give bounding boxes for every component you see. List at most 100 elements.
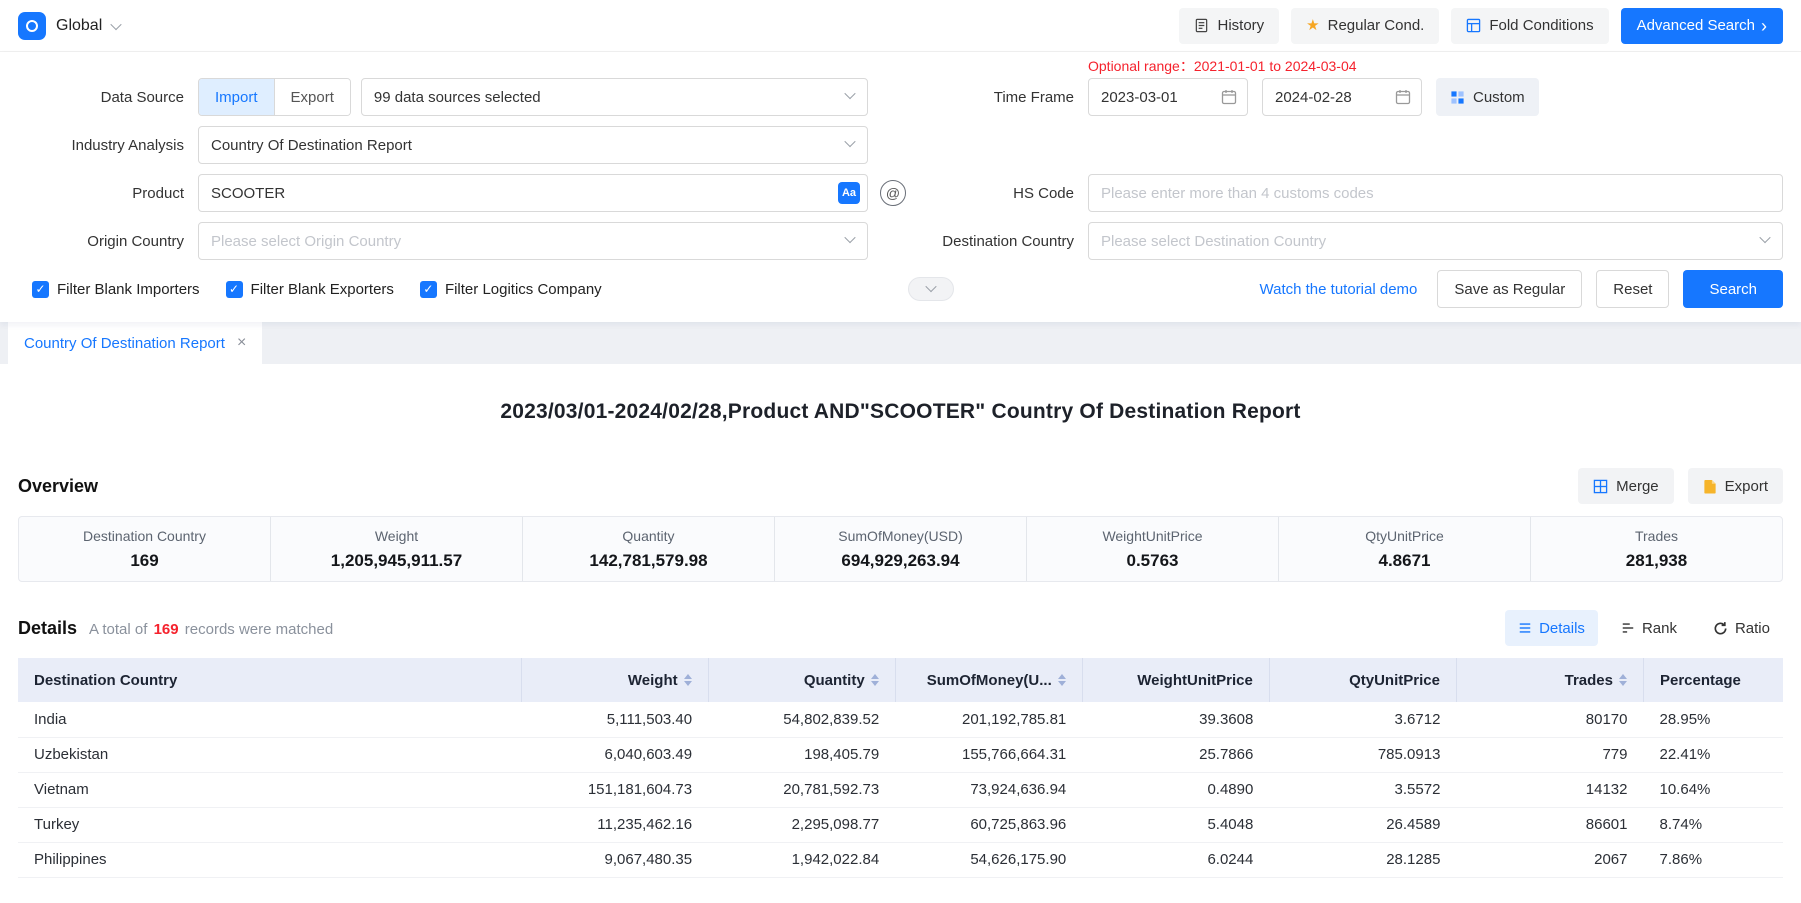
chevron-down-icon — [111, 18, 122, 29]
star-icon: ★ — [1306, 18, 1319, 33]
merge-icon — [1593, 479, 1608, 494]
records-matched-text: A total of 169 records were matched — [89, 621, 333, 638]
save-as-regular-button[interactable]: Save as Regular — [1437, 270, 1582, 308]
chevron-down-icon — [844, 232, 855, 243]
merge-label: Merge — [1616, 478, 1659, 495]
data-source-toggle: Import Export — [198, 78, 351, 116]
calendar-icon — [1221, 89, 1237, 105]
view-details-label: Details — [1539, 620, 1585, 637]
scope-selector[interactable]: Global — [18, 12, 120, 40]
ratio-icon — [1713, 621, 1728, 636]
stat-destination-country: Destination Country 169 — [19, 517, 271, 581]
checkbox-checked-icon: ✓ — [226, 281, 243, 298]
history-label: History — [1217, 17, 1264, 34]
industry-analysis-label: Industry Analysis — [18, 137, 198, 154]
optional-range-text: Optional range：2021-01-01 to 2024-03-04 — [1088, 56, 1357, 76]
search-actions: Watch the tutorial demo Save as Regular … — [1260, 270, 1783, 308]
destination-country-select[interactable]: Please select Destination Country — [1088, 222, 1783, 260]
industry-analysis-value: Country Of Destination Report — [211, 137, 412, 154]
table-row: India 5,111,503.40 54,802,839.52 201,192… — [18, 702, 1783, 737]
history-button[interactable]: History — [1179, 8, 1279, 44]
industry-analysis-select[interactable]: Country Of Destination Report — [198, 126, 868, 164]
stat-trades: Trades 281,938 — [1531, 517, 1782, 581]
view-switcher: Details Rank Ratio — [1505, 610, 1783, 646]
sort-icon[interactable] — [1058, 674, 1066, 686]
col-trades[interactable]: Trades — [1456, 658, 1643, 702]
sort-icon[interactable] — [684, 674, 692, 686]
data-sources-select[interactable]: 99 data sources selected — [361, 78, 868, 116]
filter-panel: Optional range：2021-01-01 to 2024-03-04 … — [0, 52, 1801, 322]
table-row: Philippines 9,067,480.35 1,942,022.84 54… — [18, 842, 1783, 877]
view-ratio-label: Ratio — [1735, 620, 1770, 637]
collapse-conditions-button[interactable] — [908, 277, 954, 301]
stat-qty-unit-price: QtyUnitPrice 4.8671 — [1279, 517, 1531, 581]
start-date-value: 2023-03-01 — [1101, 89, 1178, 106]
fold-conditions-icon — [1466, 18, 1481, 33]
time-frame-label: Time Frame — [868, 89, 1088, 106]
view-ratio-button[interactable]: Ratio — [1700, 610, 1783, 646]
view-details-button[interactable]: Details — [1505, 610, 1598, 646]
advanced-search-label: Advanced Search — [1637, 17, 1755, 34]
export-file-icon — [1703, 479, 1717, 494]
import-toggle[interactable]: Import — [199, 79, 274, 115]
col-weight[interactable]: Weight — [521, 658, 708, 702]
data-sources-value: 99 data sources selected — [374, 89, 541, 106]
col-sum-of-money[interactable]: SumOfMoney(U... — [895, 658, 1082, 702]
translate-icon[interactable]: Aa — [838, 182, 860, 204]
product-input[interactable] — [198, 174, 868, 212]
origin-country-select[interactable]: Please select Origin Country — [198, 222, 868, 260]
chevron-down-icon — [844, 136, 855, 147]
tutorial-demo-link[interactable]: Watch the tutorial demo — [1260, 281, 1418, 298]
merge-button[interactable]: Merge — [1578, 468, 1674, 504]
custom-grid-icon — [1450, 90, 1465, 105]
filter-blank-exporters-checkbox[interactable]: ✓ Filter Blank Exporters — [226, 281, 394, 298]
destination-country-placeholder: Please select Destination Country — [1101, 233, 1326, 250]
filter-logitics-company-checkbox[interactable]: ✓ Filter Logitics Company — [420, 281, 602, 298]
destination-country-label: Destination Country — [868, 233, 1088, 250]
report-tab-bar: Country Of Destination Report × — [0, 322, 1801, 364]
fold-conditions-button[interactable]: Fold Conditions — [1451, 8, 1608, 44]
col-weight-unit-price: WeightUnitPrice — [1082, 658, 1269, 702]
chevron-right-icon: › — [1761, 17, 1767, 35]
filter-blank-importers-label: Filter Blank Importers — [57, 281, 200, 298]
custom-range-button[interactable]: Custom — [1436, 78, 1539, 116]
sort-icon[interactable] — [1619, 674, 1627, 686]
close-icon[interactable]: × — [237, 334, 246, 352]
overview-heading: Overview — [18, 476, 98, 497]
filter-checkbox-group: ✓ Filter Blank Importers ✓ Filter Blank … — [32, 281, 602, 298]
stat-quantity: Quantity 142,781,579.98 — [523, 517, 775, 581]
hs-code-input[interactable] — [1088, 174, 1783, 212]
reset-button[interactable]: Reset — [1596, 270, 1669, 308]
export-toggle[interactable]: Export — [274, 79, 350, 115]
export-button[interactable]: Export — [1688, 468, 1783, 504]
export-label: Export — [1725, 478, 1768, 495]
report-title: 2023/03/01-2024/02/28,Product AND"SCOOTE… — [18, 400, 1783, 424]
overview-stats-card: Destination Country 169 Weight 1,205,945… — [18, 516, 1783, 582]
chevron-down-icon — [844, 88, 855, 99]
filter-blank-importers-checkbox[interactable]: ✓ Filter Blank Importers — [32, 281, 200, 298]
sort-icon[interactable] — [871, 674, 879, 686]
rank-icon — [1621, 621, 1635, 635]
table-row: Uzbekistan 6,040,603.49 198,405.79 155,7… — [18, 737, 1783, 772]
global-logo-icon — [18, 12, 46, 40]
history-icon — [1194, 18, 1209, 33]
end-date-value: 2024-02-28 — [1275, 89, 1352, 106]
record-count: 169 — [154, 621, 179, 638]
col-qty-unit-price: QtyUnitPrice — [1269, 658, 1456, 702]
start-date-input[interactable]: 2023-03-01 — [1088, 78, 1248, 116]
col-quantity[interactable]: Quantity — [708, 658, 895, 702]
regular-cond-button[interactable]: ★ Regular Cond. — [1291, 8, 1439, 44]
tab-label: Country Of Destination Report — [24, 335, 225, 352]
tab-country-of-destination-report[interactable]: Country Of Destination Report × — [8, 322, 262, 364]
origin-country-label: Origin Country — [18, 233, 198, 250]
checkbox-checked-icon: ✓ — [420, 281, 437, 298]
product-label: Product — [18, 185, 198, 202]
details-heading: Details — [18, 618, 77, 639]
advanced-search-button[interactable]: Advanced Search › — [1621, 8, 1783, 44]
end-date-input[interactable]: 2024-02-28 — [1262, 78, 1422, 116]
search-button[interactable]: Search — [1683, 270, 1783, 308]
view-rank-label: Rank — [1642, 620, 1677, 637]
view-rank-button[interactable]: Rank — [1608, 610, 1690, 646]
synonym-icon[interactable]: @ — [880, 180, 906, 206]
col-destination-country: Destination Country — [18, 658, 521, 702]
